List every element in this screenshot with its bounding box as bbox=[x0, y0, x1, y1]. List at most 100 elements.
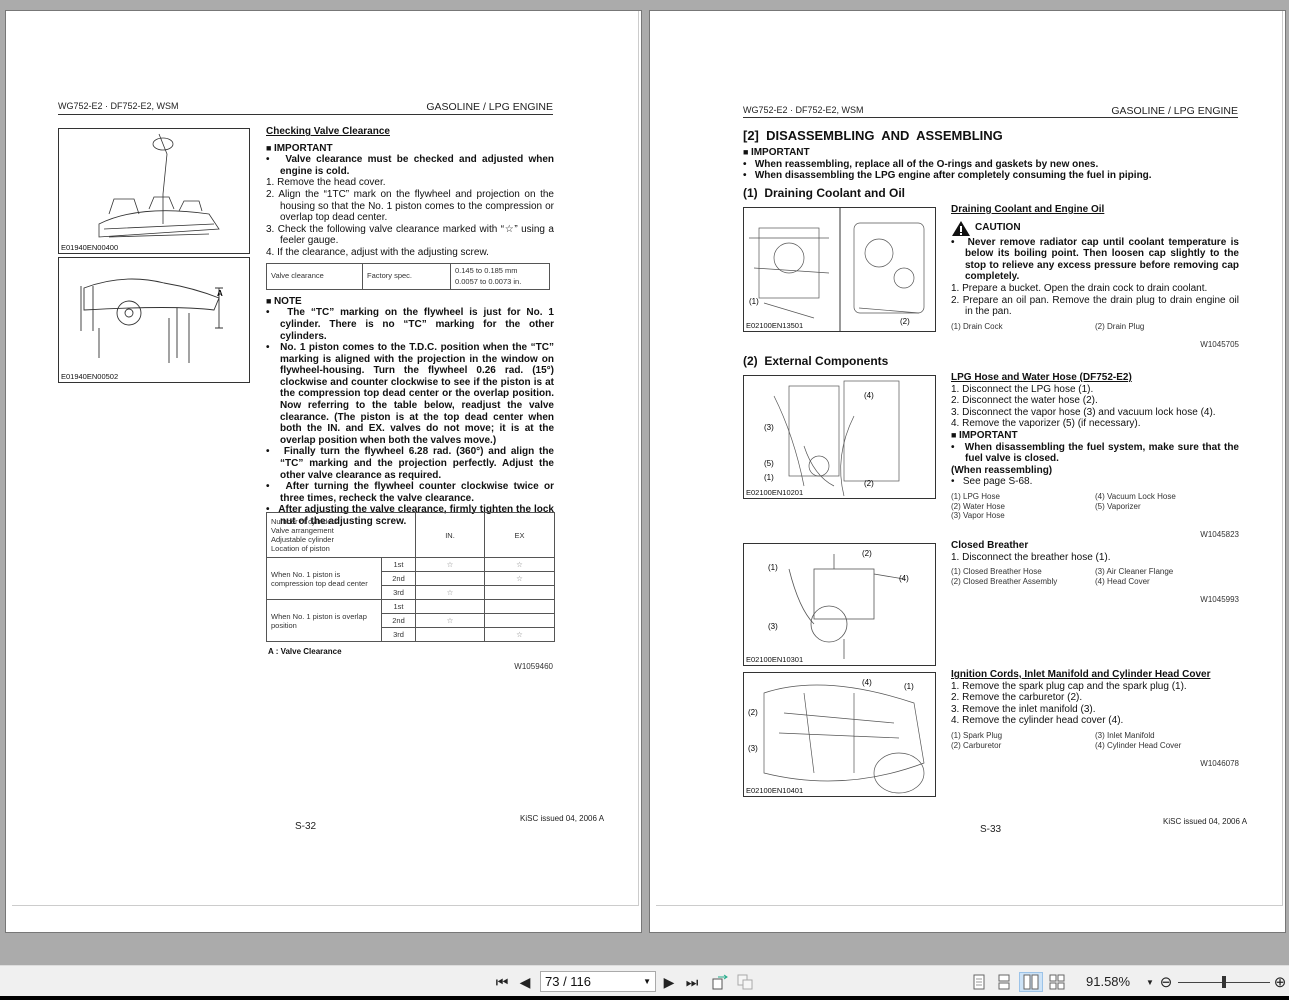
callout: (1) bbox=[749, 297, 759, 306]
next-view-icon[interactable] bbox=[735, 972, 755, 992]
figure-valve-feeler: E01940EN00400 bbox=[58, 128, 250, 254]
section-title: LPG Hose and Water Hose (DF752-E2) bbox=[951, 372, 1132, 383]
previous-view-icon[interactable] bbox=[710, 972, 730, 992]
taskbar-edge bbox=[0, 996, 1289, 1000]
figure-legend: (1) Spark Plug (3) Inlet Manifold (2) Carb… bbox=[951, 730, 1182, 750]
rocker-arm-illustration: A bbox=[80, 278, 223, 363]
section-title: Closed Breather bbox=[951, 540, 1029, 551]
step: 1. Remove the head cover. bbox=[266, 177, 386, 189]
two-page-continuous-icon[interactable] bbox=[1047, 972, 1067, 992]
table-header: Number of cylinders Valve arrangement Adju… bbox=[266, 512, 416, 558]
callout: (3) bbox=[748, 744, 758, 753]
callout: (1) bbox=[768, 563, 778, 572]
spec-table: Valve clearance Factory spec. 0.145 to 0… bbox=[266, 262, 550, 290]
subsection-heading: (2) External Components bbox=[743, 354, 889, 368]
zoom-dropdown-icon[interactable]: ▼ bbox=[1144, 972, 1156, 992]
step: 2. Disconnect the water hose (2). bbox=[951, 395, 1098, 407]
cylinder-table: Number of cylinders Valve arrangement Adju… bbox=[266, 512, 555, 642]
callout: (4) bbox=[864, 391, 874, 400]
callout: (3) bbox=[768, 622, 778, 631]
step: 4. Remove the vaporizer (5) (if necessar… bbox=[951, 418, 1141, 430]
engine-illustration bbox=[98, 133, 220, 238]
callout: (1) bbox=[764, 473, 774, 482]
next-page-button[interactable]: ▶ bbox=[660, 972, 678, 992]
zoom-slider-handle[interactable] bbox=[1222, 976, 1226, 988]
previous-page-button[interactable]: ◀ bbox=[516, 972, 534, 992]
figure-legend: A : Valve Clearance bbox=[268, 647, 342, 656]
col-in: IN. bbox=[415, 512, 485, 558]
step: 1. Disconnect the LPG hose (1). bbox=[951, 383, 1094, 395]
doc-code: W1046078 bbox=[1200, 759, 1239, 769]
see-page: • See page S-68. bbox=[951, 476, 1033, 488]
page-number-input[interactable]: 73 / 116 ▼ bbox=[540, 971, 656, 992]
callout: (2) bbox=[900, 317, 910, 326]
group-label: When No. 1 piston is compression top dea… bbox=[266, 557, 382, 600]
first-page-button[interactable]: ⏮ bbox=[492, 972, 512, 992]
caution-label: CAUTION bbox=[951, 220, 1239, 237]
callout: (5) bbox=[764, 459, 774, 468]
two-page-view-icon[interactable] bbox=[1019, 972, 1043, 992]
figure-code: E02100EN10201 bbox=[746, 488, 806, 497]
label-a: A bbox=[217, 289, 223, 298]
figure-code: E02100EN13501 bbox=[746, 321, 806, 330]
spec-item: Valve clearance bbox=[266, 262, 363, 290]
figure-ignition: (4) (1) (2) (3) E02100EN10401 bbox=[743, 672, 936, 797]
note-bullet: • No. 1 piston comes to the T.D.C. posit… bbox=[266, 342, 554, 446]
important-block: IMPORTANT • When reassembling, replace a… bbox=[743, 147, 1243, 182]
spec-label: Factory spec. bbox=[362, 262, 451, 290]
callout: (2) bbox=[864, 479, 874, 488]
figure-code: E02100EN10401 bbox=[746, 786, 806, 795]
page-header-right: GASOLINE / LPG ENGINE bbox=[426, 101, 553, 113]
last-page-button[interactable]: ⏭ bbox=[682, 972, 702, 992]
figure-rocker-arm: A E01940EN00502 bbox=[58, 257, 250, 383]
issued-note: KiSC issued 04, 2006 A bbox=[520, 814, 605, 823]
continuous-view-icon[interactable] bbox=[995, 972, 1013, 992]
step: 2. Prepare an oil pan. Remove the drain … bbox=[951, 294, 1239, 318]
section-heading: [2] DISASSEMBLING AND ASSEMBLING bbox=[743, 128, 1003, 143]
doc-code: W1059460 bbox=[514, 662, 553, 671]
zoom-in-button[interactable]: ⊕ bbox=[1271, 972, 1289, 992]
callout: (2) bbox=[748, 708, 758, 717]
important-bullet: • When disassembling the fuel system, ma… bbox=[951, 441, 1239, 465]
step: 3. Disconnect the vapor hose (3) and vac… bbox=[951, 406, 1216, 418]
note-label: NOTE bbox=[266, 296, 554, 308]
breather-illustration: (2) (1) (4) (3) bbox=[768, 549, 909, 659]
engine-illustration: (1) (2) bbox=[749, 208, 925, 331]
step: 3. Check the following valve clearance m… bbox=[266, 223, 554, 247]
zoom-level[interactable]: 91.58% bbox=[1086, 974, 1130, 989]
note-bullet: • After turning the flywheel counter clo… bbox=[266, 481, 554, 504]
section-lpg-hose: LPG Hose and Water Hose (DF752-E2) 1. Di… bbox=[951, 372, 1239, 540]
page-number: S-32 bbox=[295, 821, 317, 832]
figure-code: E02100EN10301 bbox=[746, 655, 806, 664]
step: 4. Remove the cylinder head cover (4). bbox=[951, 715, 1124, 727]
valve-clearance-section: Checking Valve Clearance IMPORTANT • Val… bbox=[266, 126, 554, 528]
doc-code: W1045705 bbox=[1200, 340, 1239, 350]
important-label: IMPORTANT bbox=[951, 430, 1239, 442]
warning-icon bbox=[952, 220, 970, 236]
engine-illustration: (4) (3) (5) (1) (2) bbox=[764, 380, 900, 497]
figure-legend: (1) Closed Breather Hose (3) Air Cleaner … bbox=[951, 567, 1174, 586]
chevron-down-icon[interactable]: ▼ bbox=[643, 977, 651, 986]
zoom-out-button[interactable]: ⊖ bbox=[1157, 972, 1175, 992]
subsection-heading: (1) Draining Coolant and Oil bbox=[743, 186, 905, 200]
callout: (2) bbox=[862, 549, 872, 558]
callout: (3) bbox=[764, 423, 774, 432]
section-ignition: Ignition Cords, Inlet Manifold and Cylin… bbox=[951, 669, 1239, 770]
page-header-left: WG752-E2 · DF752-E2, WSM bbox=[58, 101, 179, 111]
single-page-view-icon[interactable] bbox=[970, 972, 988, 992]
page-header-left: WG752-E2 · DF752-E2, WSM bbox=[743, 105, 864, 115]
col-ex: EX bbox=[484, 512, 555, 558]
figure-code: E01940EN00400 bbox=[61, 243, 121, 252]
caution-bullet: • Never remove radiator cap until coolan… bbox=[951, 236, 1239, 283]
callout: (1) bbox=[904, 682, 914, 691]
section-title: Draining Coolant and Engine Oil bbox=[951, 204, 1105, 215]
step: 1. Prepare a bucket. Open the drain cock… bbox=[951, 282, 1208, 294]
doc-code: W1045823 bbox=[1200, 529, 1239, 539]
figure-code: E01940EN00502 bbox=[61, 372, 121, 381]
figure-draining: (1) (2) E02100EN13501 bbox=[743, 207, 936, 332]
section-title: Ignition Cords, Inlet Manifold and Cylin… bbox=[951, 669, 1211, 680]
when-reassembling: (When reassembling) bbox=[951, 464, 1053, 476]
page-number: S-33 bbox=[980, 824, 1002, 835]
section-breather: Closed Breather 1. Disconnect the breath… bbox=[951, 540, 1239, 606]
section-title: Checking Valve Clearance bbox=[266, 126, 390, 137]
